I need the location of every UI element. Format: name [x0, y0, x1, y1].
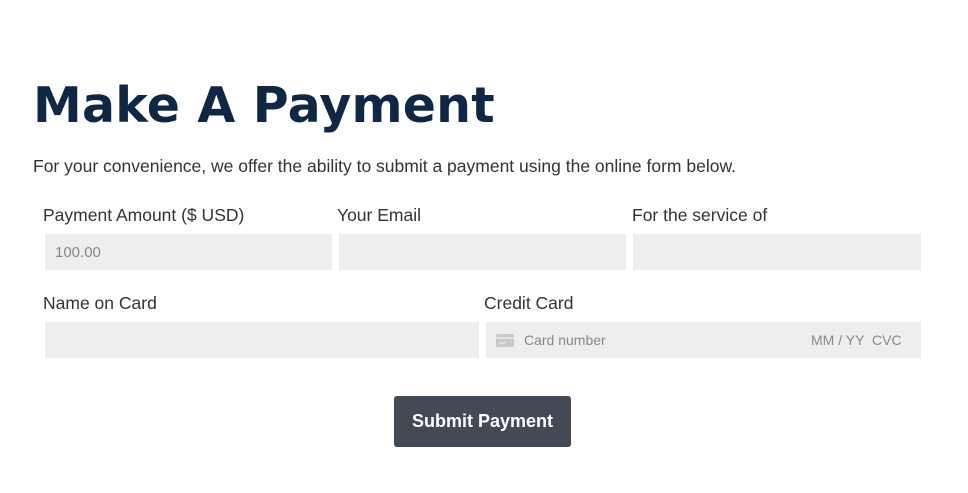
submit-payment-button[interactable]: Submit Payment — [394, 396, 571, 447]
credit-card-input[interactable]: Card number MM / YY CVC — [486, 322, 921, 358]
credit-card-label: Credit Card — [484, 293, 574, 313]
card-cvc-placeholder[interactable]: CVC — [872, 331, 902, 349]
service-label: For the service of — [632, 205, 768, 225]
amount-label: Payment Amount ($ USD) — [43, 205, 245, 225]
name-on-card-input[interactable] — [45, 322, 479, 358]
amount-input[interactable] — [45, 234, 332, 270]
page-title: Make A Payment — [33, 77, 495, 134]
service-input[interactable] — [633, 234, 921, 270]
card-expiry-placeholder[interactable]: MM / YY — [811, 331, 864, 349]
card-number-placeholder[interactable]: Card number — [524, 331, 606, 349]
intro-text: For your convenience, we offer the abili… — [33, 156, 736, 176]
email-input[interactable] — [339, 234, 626, 270]
name-on-card-label: Name on Card — [43, 293, 157, 313]
credit-card-icon — [496, 334, 514, 347]
email-label: Your Email — [337, 205, 421, 225]
